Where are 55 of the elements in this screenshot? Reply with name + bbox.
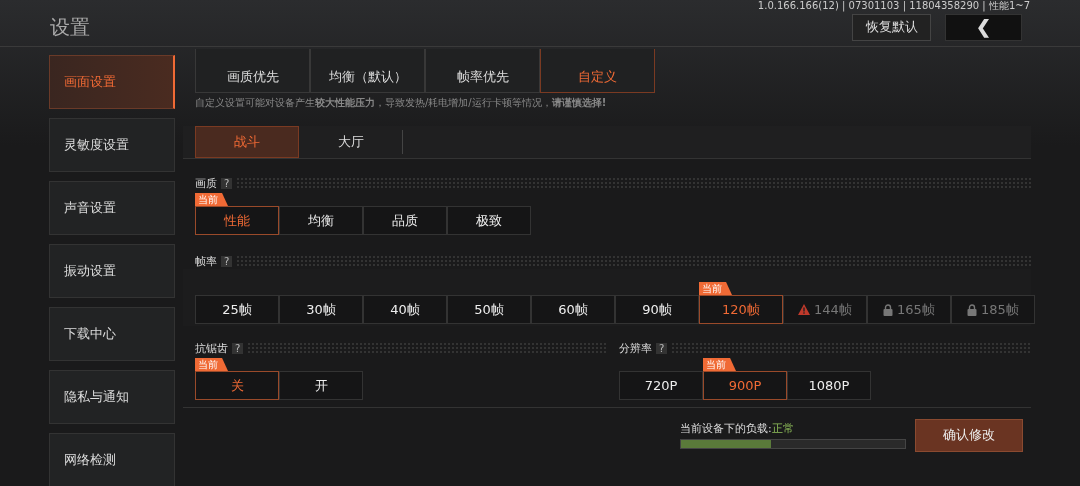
current-badge: 当前 xyxy=(703,358,736,371)
warning-text: 自定义设置可能对设备产生较大性能压力，导致发热/耗电增加/运行卡顿等情况，请谨慎选择! xyxy=(195,96,608,110)
option-button[interactable]: 144帧 xyxy=(783,295,867,324)
option-button[interactable]: 品质 xyxy=(363,206,447,235)
help-button[interactable]: ? xyxy=(221,255,233,267)
confirm-button[interactable]: 确认修改 xyxy=(915,418,1023,452)
section-label: 抗锯齿 xyxy=(195,340,228,356)
option-button[interactable]: 25帧 xyxy=(195,295,279,324)
warning-icon xyxy=(798,304,811,315)
sidebar-item[interactable]: 隐私与通知 xyxy=(49,370,175,424)
option-button[interactable]: 关 xyxy=(195,371,279,400)
sidebar-item[interactable]: 网络检测 xyxy=(49,433,175,486)
option-button[interactable]: 720P xyxy=(619,371,703,400)
help-button[interactable]: ? xyxy=(656,342,668,354)
load-label: 当前设备下的负载: xyxy=(680,422,772,435)
section-label: 画质 xyxy=(195,175,217,191)
version-text: 1.0.166.166(12) | 07301103 | 11804358290 | 性能1~7 xyxy=(757,0,1030,12)
sidebar-item[interactable]: 下载中心 xyxy=(49,307,175,361)
option-button[interactable]: 900P xyxy=(703,371,787,400)
option-button[interactable]: 1080P xyxy=(787,371,871,400)
option-button[interactable]: 40帧 xyxy=(363,295,447,324)
option-button[interactable]: 极致 xyxy=(447,206,531,235)
option-button[interactable]: 60帧 xyxy=(531,295,615,324)
back-button[interactable]: ❮ xyxy=(945,13,1022,41)
section-label: 帧率 xyxy=(195,253,217,269)
current-badge: 当前 xyxy=(699,282,732,295)
option-button[interactable]: 均衡 xyxy=(279,206,363,235)
section-label: 分辨率 xyxy=(619,340,652,356)
preset-tab[interactable]: 帧率优先 xyxy=(425,49,540,93)
option-button[interactable]: 120帧 xyxy=(699,295,783,324)
tab[interactable]: 战斗 xyxy=(195,126,299,158)
preset-tab[interactable]: 画质优先 xyxy=(195,49,310,93)
tab[interactable]: 大厅 xyxy=(299,130,403,154)
sidebar-item[interactable]: 画面设置 xyxy=(49,55,175,109)
load-status: 正常 xyxy=(771,422,794,435)
page-title: 设置 xyxy=(50,13,90,41)
option-button[interactable]: 50帧 xyxy=(447,295,531,324)
lock-icon xyxy=(883,303,894,316)
help-button[interactable]: ? xyxy=(232,342,244,354)
sidebar-item[interactable]: 振动设置 xyxy=(49,244,175,298)
sidebar-item[interactable]: 灵敏度设置 xyxy=(49,118,175,172)
option-button[interactable]: 开 xyxy=(279,371,363,400)
option-button[interactable]: 185帧 xyxy=(951,295,1035,324)
lock-icon xyxy=(967,303,978,316)
reset-button[interactable]: 恢复默认 xyxy=(852,13,931,41)
preset-tab[interactable]: 均衡（默认） xyxy=(310,49,425,93)
option-button[interactable]: 165帧 xyxy=(867,295,951,324)
preset-tab[interactable]: 自定义 xyxy=(540,49,655,93)
option-button[interactable]: 30帧 xyxy=(279,295,363,324)
option-button[interactable]: 性能 xyxy=(195,206,279,235)
option-button[interactable]: 90帧 xyxy=(615,295,699,324)
current-badge: 当前 xyxy=(195,193,228,206)
current-badge: 当前 xyxy=(195,358,228,371)
help-button[interactable]: ? xyxy=(221,177,233,189)
sidebar-item[interactable]: 声音设置 xyxy=(49,181,175,235)
